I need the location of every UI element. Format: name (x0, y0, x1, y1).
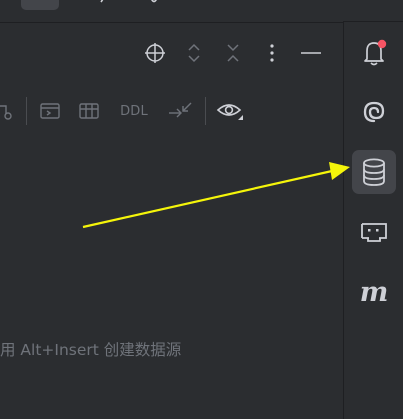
top-toolbar-partial (0, 0, 343, 22)
panel-header (0, 23, 343, 83)
more-options-icon[interactable] (260, 41, 284, 65)
right-tool-window-stripe: m (343, 22, 403, 419)
query-console-icon[interactable] (38, 99, 62, 123)
partial-toolbar-button[interactable] (21, 0, 59, 10)
explorer-toolbar: DDL (0, 95, 343, 129)
ai-assistant-button[interactable] (352, 90, 396, 134)
hide-panel-icon[interactable] (299, 41, 323, 65)
ddl-label: DDL (120, 103, 148, 119)
maven-m-icon: m (359, 276, 389, 308)
empty-state-hint: 用 Alt+Insert 创建数据源 (0, 341, 182, 359)
toolbar-separator (205, 97, 206, 125)
compare-arrows-icon[interactable] (167, 99, 193, 123)
view-options-eye-icon[interactable] (216, 99, 246, 123)
partial-back-icon[interactable] (95, 0, 111, 8)
partial-pin-icon[interactable] (146, 0, 162, 8)
database-tool-window: DDL 用 Alt+Insert 创建数据源 m (0, 0, 403, 419)
table-editor-icon[interactable] (77, 99, 101, 123)
notifications-bell-icon (364, 39, 387, 66)
partial-jump-icon[interactable] (0, 99, 14, 123)
collapse-all-icon[interactable] (221, 41, 245, 65)
database-button[interactable] (352, 150, 396, 194)
remote-terminal-icon (361, 223, 387, 242)
maven-button[interactable]: m (352, 270, 396, 314)
ai-assistant-spiral-icon (363, 101, 385, 123)
remote-terminal-button[interactable] (352, 210, 396, 254)
expand-all-icon[interactable] (182, 41, 206, 65)
notifications-button[interactable] (352, 30, 396, 74)
database-explorer-panel: DDL 用 Alt+Insert 创建数据源 (0, 22, 343, 419)
ddl-button[interactable]: DDL (117, 99, 151, 123)
locate-crosshair-icon[interactable] (143, 41, 167, 65)
notification-badge (377, 39, 387, 49)
toolbar-separator (26, 97, 27, 125)
database-icon (363, 158, 385, 186)
